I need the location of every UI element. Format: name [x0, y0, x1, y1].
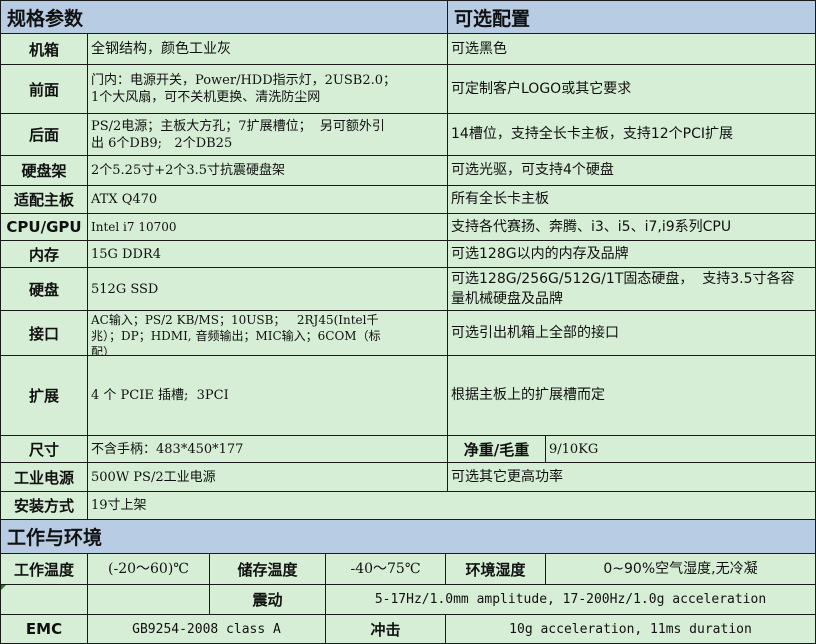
- option-ports: 可选引出机箱上全部的接口: [448, 311, 816, 356]
- option-psu: 可选其它更高功率: [448, 463, 816, 492]
- value-drive-bay: 2个5.25寸+2个3.5寸抗震硬盘架: [88, 156, 448, 186]
- label-drive-bay: 硬盘架: [0, 156, 88, 186]
- label-humidity: 环境湿度: [446, 554, 546, 585]
- option-disk: 可选128G/256G/512G/1T固态硬盘， 支持3.5寸各容 量机械硬盘及…: [448, 268, 816, 311]
- cell-marker-icon: [1, 585, 6, 590]
- value-mount: 19寸上架: [88, 492, 816, 520]
- value-cpu: Intel i7 10700: [88, 214, 448, 241]
- env-header: 工作与环境: [0, 520, 816, 554]
- value-expansion: 4 个 PCIE 插槽; 3PCI: [88, 356, 448, 436]
- value-chassis: 全钢结构，颜色工业灰: [88, 34, 448, 65]
- option-memory: 可选128G以内的内存及品牌: [448, 241, 816, 268]
- label-motherboard: 适配主板: [0, 186, 88, 214]
- option-rear: 14槽位，支持全长卡主板，支持12个PCI扩展: [448, 114, 816, 156]
- value-storage-temp: -40～75℃: [326, 554, 446, 585]
- label-psu: 工业电源: [0, 463, 88, 492]
- label-storage-temp: 储存温度: [210, 554, 326, 585]
- label-rear: 后面: [0, 114, 88, 156]
- label-chassis: 机箱: [0, 34, 88, 65]
- value-disk: 512G SSD: [88, 268, 448, 311]
- value-vibration: 5-17Hz/1.0mm amplitude, 17-200Hz/1.0g ac…: [326, 585, 816, 615]
- label-emc: EMC: [0, 615, 88, 644]
- spec-sheet: 规格参数 可选配置 机箱 全钢结构，颜色工业灰 可选黑色 前面 门内：电源开关，…: [0, 0, 816, 644]
- value-emc: GB9254-2008 class A: [88, 615, 326, 644]
- label-mount: 安装方式: [0, 492, 88, 520]
- option-expansion: 根据主板上的扩展槽而定: [448, 356, 816, 436]
- label-cpu: CPU/GPU: [0, 214, 88, 241]
- blank-cell-left: [0, 585, 88, 615]
- label-front: 前面: [0, 65, 88, 114]
- option-drive-bay: 可选光驱，可支持4个硬盘: [448, 156, 816, 186]
- spec-header: 规格参数: [0, 0, 448, 34]
- value-memory: 15G DDR4: [88, 241, 448, 268]
- option-front: 可定制客户LOGO或其它要求: [448, 65, 816, 114]
- option-header-text: 可选配置: [454, 7, 531, 30]
- spec-header-text: 规格参数: [7, 7, 84, 30]
- value-psu: 500W PS/2工业电源: [88, 463, 448, 492]
- value-shock: 10g acceleration, 11ms duration: [446, 615, 816, 644]
- label-expansion: 扩展: [0, 356, 88, 436]
- option-header: 可选配置: [448, 0, 816, 34]
- label-weight: 净重/毛重: [448, 436, 546, 463]
- option-motherboard: 所有全长卡主板: [448, 186, 816, 214]
- label-disk: 硬盘: [0, 268, 88, 311]
- value-humidity: 0~90%空气湿度,无冷凝: [546, 554, 816, 585]
- value-size: 不含手柄：483*450*177: [88, 436, 448, 463]
- value-op-temp: (-20～60)℃: [88, 554, 210, 585]
- value-motherboard: ATX Q470: [88, 186, 448, 214]
- label-shock: 冲击: [326, 615, 446, 644]
- label-size: 尺寸: [0, 436, 88, 463]
- label-op-temp: 工作温度: [0, 554, 88, 585]
- value-rear: PS/2电源；主板大方孔；7扩展槽位； 另可额外引 出 6个DB9; 2个DB2…: [88, 114, 448, 156]
- option-chassis: 可选黑色: [448, 34, 816, 65]
- option-cpu: 支持各代赛扬、奔腾、i3、i5、i7,i9系列CPU: [448, 214, 816, 241]
- blank-cell-mid: [88, 585, 210, 615]
- env-header-text: 工作与环境: [7, 527, 103, 549]
- label-vibration: 震动: [210, 585, 326, 615]
- value-ports: AC输入；PS/2 KB/MS；10USB； 2RJ45(Intel千 兆）；D…: [88, 311, 448, 356]
- value-front: 门内：电源开关，Power/HDD指示灯，2USB2.0； 1个大风扇，可不关机…: [88, 65, 448, 114]
- value-weight: 9/10KG: [546, 436, 816, 463]
- label-ports: 接口: [0, 311, 88, 356]
- label-memory: 内存: [0, 241, 88, 268]
